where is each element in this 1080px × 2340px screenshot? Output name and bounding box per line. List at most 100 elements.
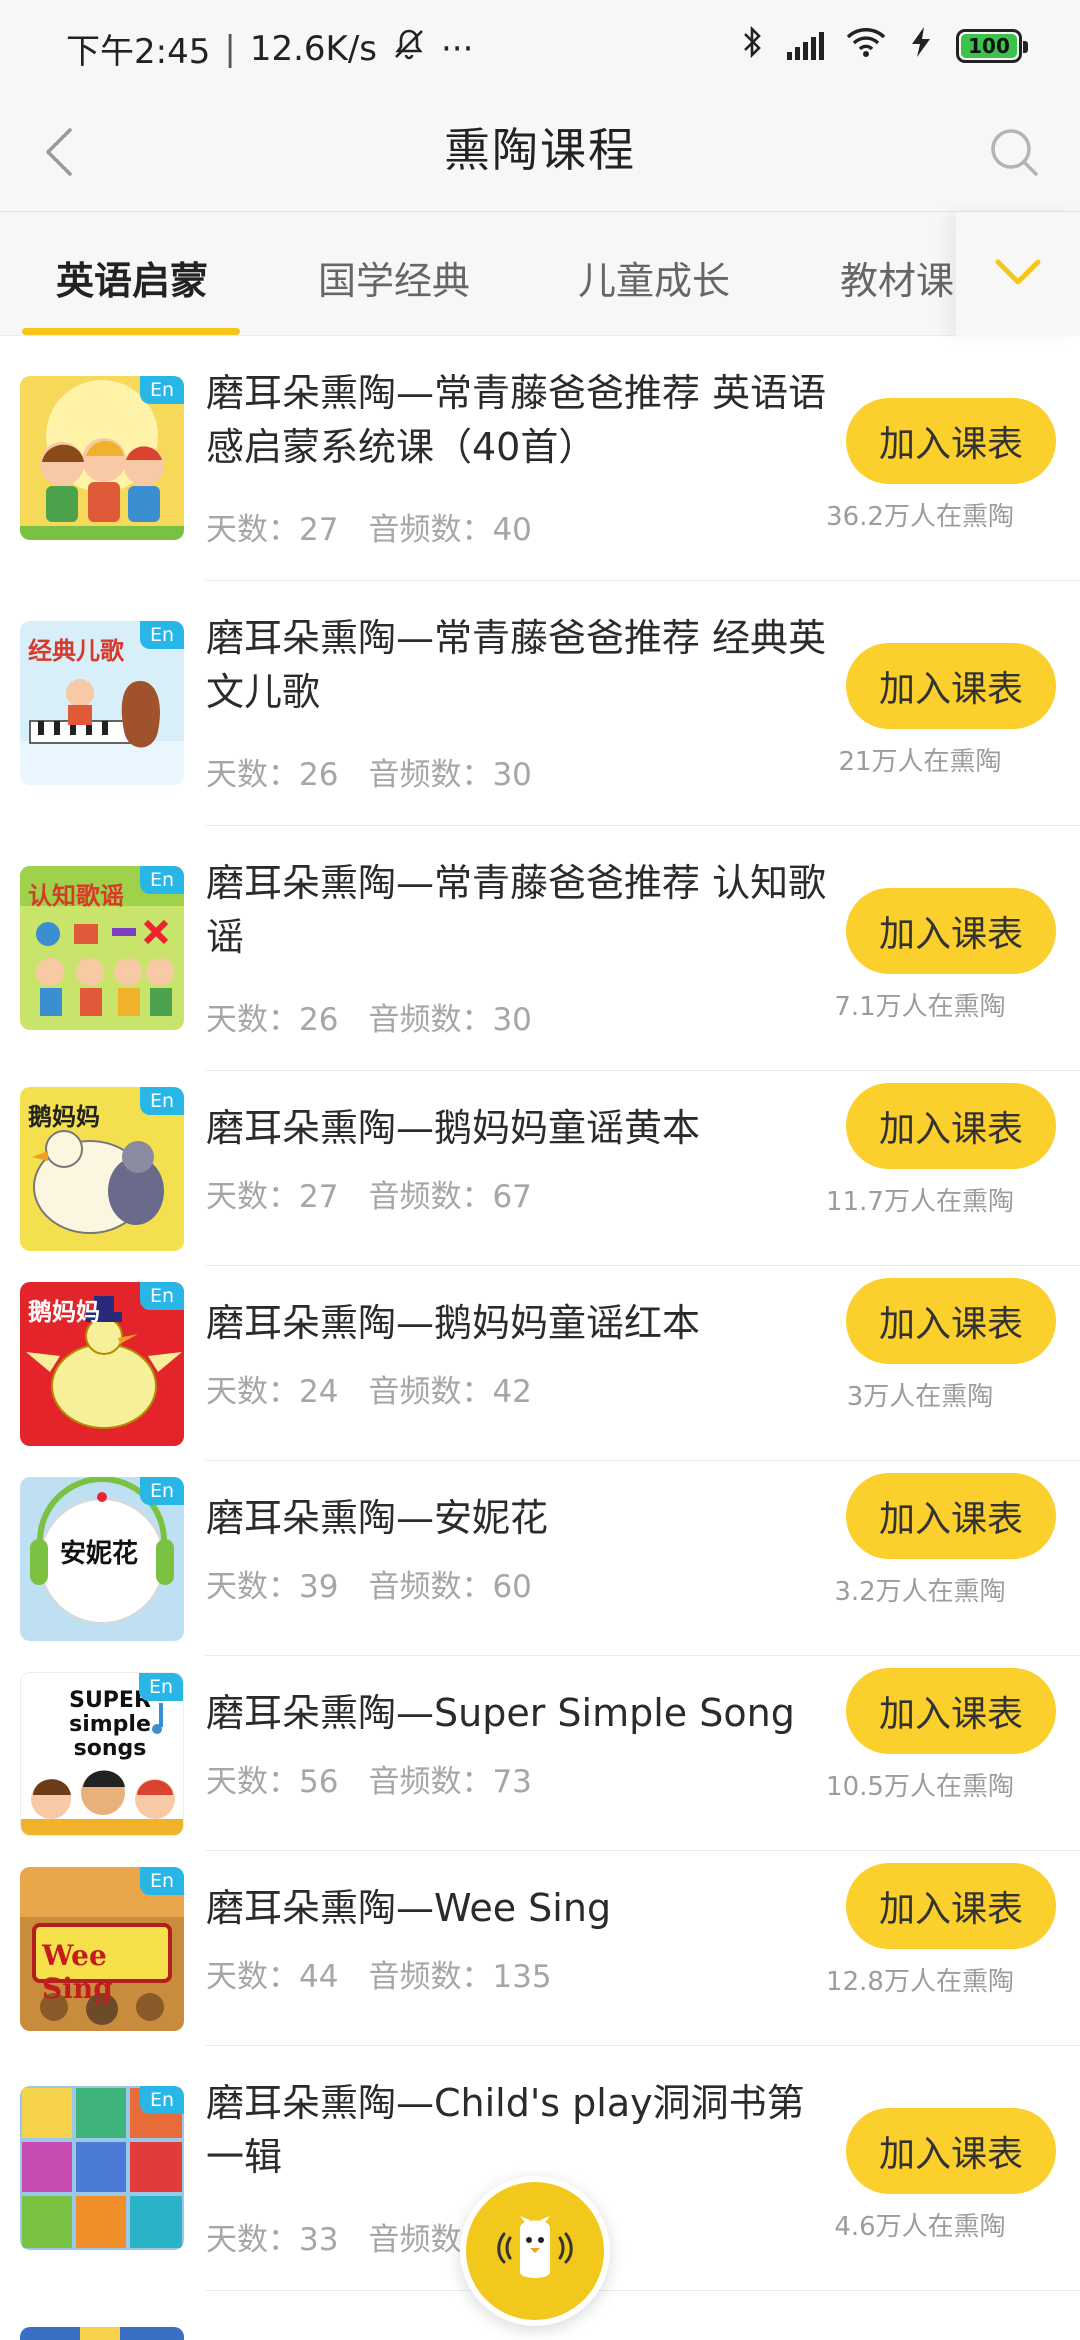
search-button[interactable] — [980, 118, 1050, 188]
course-title[interactable]: 磨耳朵熏陶—常青藤爸爸推荐 经典英文儿歌 — [206, 611, 831, 719]
course-days: 天数：27 — [206, 1179, 339, 1215]
cover-title: 鹅妈妈 — [28, 1298, 100, 1326]
course-meta: 天数：56 音频数：73 — [206, 1756, 532, 1801]
cover-title: Wee Sing — [42, 1939, 113, 2005]
status-left: 下午2:45 | 12.6K/s ··· — [66, 24, 473, 73]
course-days: 天数：26 — [206, 757, 339, 793]
status-more-icon: ··· — [441, 28, 474, 69]
learner-count: 10.5万人在熏陶 — [826, 1772, 1014, 1802]
learner-count: 36.2万人在熏陶 — [826, 502, 1014, 532]
list-item[interactable]: SUPER simple songs En 磨耳朵熏陶—Super Simple… — [0, 1656, 1080, 1851]
signal-icon — [787, 32, 824, 60]
tab-growth[interactable]: 儿童成长 — [578, 250, 730, 305]
add-to-schedule-button[interactable]: 加入课表 — [846, 888, 1056, 974]
list-item[interactable]: 鹅妈妈 En 磨耳朵熏陶—鹅妈妈童谣黄本 天数：27 音频数：67 加入课表 11… — [0, 1071, 1080, 1266]
page-title: 熏陶课程 — [444, 123, 636, 177]
battery-icon: 100 — [956, 29, 1028, 63]
course-audio-count: 音频数：30 — [368, 1002, 532, 1038]
english-badge: En — [140, 376, 184, 404]
search-icon — [980, 129, 1050, 192]
course-audio-count: 音频数：40 — [368, 512, 532, 548]
course-meta: 天数：27 音频数：67 — [206, 1171, 532, 1216]
course-title[interactable]: 磨耳朵熏陶—安妮花 — [206, 1491, 831, 1545]
charging-icon — [908, 25, 934, 67]
english-badge: En — [140, 2086, 184, 2114]
course-title[interactable]: 磨耳朵熏陶—鹅妈妈童谣黄本 — [206, 1101, 831, 1155]
list-item[interactable]: En 磨耳朵熏陶—常青藤爸爸推荐 英语语感启蒙系统课（40首） 天数：27 音频数… — [0, 336, 1080, 581]
add-to-schedule-button[interactable]: 加入课表 — [846, 1668, 1056, 1754]
learner-count: 4.6万人在熏陶 — [834, 2212, 1006, 2242]
course-meta: 天数：44 音频数：135 — [206, 1951, 552, 1996]
wifi-icon — [846, 26, 886, 66]
course-title[interactable]: 磨耳朵熏陶—Child's play洞洞书第一辑 — [206, 2076, 831, 2184]
mute-icon — [391, 26, 427, 71]
add-to-schedule-button[interactable]: 加入课表 — [846, 643, 1056, 729]
list-item[interactable]: 认知歌谣 En 磨耳朵熏陶—常青藤爸爸推荐 认知歌谣 天数：26 音频数：30 加… — [0, 826, 1080, 1071]
cover-title: 鹅妈妈 — [28, 1103, 100, 1131]
nav-bar: 熏陶课程 — [0, 92, 1080, 212]
course-cover: En — [20, 2086, 184, 2250]
learner-count: 7.1万人在熏陶 — [834, 992, 1006, 1022]
chevron-down-icon — [993, 257, 1043, 291]
player-inner — [466, 2182, 604, 2320]
tab-expand-button[interactable] — [956, 212, 1080, 336]
course-title[interactable]: 磨耳朵熏陶—常青藤爸爸推荐 英语语感启蒙系统课（40首） — [206, 366, 831, 474]
course-meta: 天数：24 音频数：42 — [206, 1366, 532, 1411]
course-audio-count: 音频数：30 — [368, 757, 532, 793]
english-badge: En — [140, 866, 184, 894]
course-cover: 经典儿歌 En — [20, 621, 184, 785]
course-days: 天数：26 — [206, 1002, 339, 1038]
course-cover: Wee Sing En — [20, 1867, 184, 2031]
mascot-listening-icon — [490, 2204, 580, 2298]
english-badge: En — [140, 1282, 184, 1310]
add-to-schedule-button[interactable]: 加入课表 — [846, 398, 1056, 484]
course-title[interactable]: 磨耳朵熏陶—常青藤爸爸推荐 认知歌谣 — [206, 856, 831, 964]
list-item[interactable]: 鹅妈妈 En 磨耳朵熏陶—鹅妈妈童谣红本 天数：24 音频数：42 加入课表 3万… — [0, 1266, 1080, 1461]
add-to-schedule-button[interactable]: 加入课表 — [846, 1863, 1056, 1949]
learner-count: 3万人在熏陶 — [846, 1382, 994, 1412]
course-cover: 鹅妈妈 En — [20, 1087, 184, 1251]
english-badge: En — [139, 1673, 183, 1701]
course-meta: 天数：26 音频数：30 — [206, 994, 532, 1039]
category-tabs: 英语启蒙 国学经典 儿童成长 教材课 — [0, 212, 1080, 336]
course-days: 天数：44 — [206, 1959, 339, 1995]
cover-title: 经典儿歌 — [28, 637, 124, 665]
course-days: 天数：27 — [206, 512, 339, 548]
learner-count: 11.7万人在熏陶 — [826, 1187, 1014, 1217]
course-audio-count: 音频数：60 — [368, 1569, 532, 1605]
course-title[interactable]: 磨耳朵熏陶—Wee Sing — [206, 1881, 831, 1935]
learner-count: 3.2万人在熏陶 — [834, 1577, 1006, 1607]
add-to-schedule-button[interactable]: 加入课表 — [846, 1278, 1056, 1364]
course-cover: 安妮花 En — [20, 1477, 184, 1641]
course-title[interactable]: 磨耳朵熏陶—鹅妈妈童谣红本 — [206, 1296, 831, 1350]
course-meta: 天数：26 音频数：30 — [206, 749, 532, 794]
add-to-schedule-button[interactable]: 加入课表 — [846, 2108, 1056, 2194]
status-time: 下午2:45 — [66, 32, 211, 72]
list-item[interactable]: 安妮花 En 磨耳朵熏陶—安妮花 天数：39 音频数：60 加入课表 3.2万人在… — [0, 1461, 1080, 1656]
english-badge: En — [140, 1477, 184, 1505]
course-audio-count: 音频数：67 — [368, 1179, 532, 1215]
course-days: 天数：56 — [206, 1764, 339, 1800]
status-net-speed: 12.6K/s — [249, 28, 377, 69]
battery-level: 100 — [961, 34, 1017, 58]
course-cover — [20, 2327, 184, 2340]
course-cover: 认知歌谣 En — [20, 866, 184, 1030]
floating-player-button[interactable] — [460, 2176, 610, 2326]
list-item[interactable]: 经典儿歌 En 磨耳朵熏陶—常青藤爸爸推荐 经典英文儿歌 天数：26 音频数：30… — [0, 581, 1080, 826]
tab-english[interactable]: 英语启蒙 — [56, 250, 208, 305]
add-to-schedule-button[interactable]: 加入课表 — [846, 1473, 1056, 1559]
english-badge: En — [140, 1087, 184, 1115]
learner-count: 21万人在熏陶 — [838, 747, 1002, 777]
english-badge: En — [140, 1867, 184, 1895]
add-to-schedule-button[interactable]: 加入课表 — [846, 1083, 1056, 1169]
tab-textbook[interactable]: 教材课 — [840, 250, 954, 305]
course-title[interactable]: 磨耳朵熏陶—Super Simple Song — [206, 1686, 831, 1740]
list-item[interactable]: Wee Sing En 磨耳朵熏陶—Wee Sing 天数：44 音频数：135 … — [0, 1851, 1080, 2046]
cover-art — [20, 2327, 184, 2340]
status-right: 100 — [741, 24, 1028, 68]
course-days: 天数：39 — [206, 1569, 339, 1605]
course-cover: 鹅妈妈 En — [20, 1282, 184, 1446]
english-badge: En — [140, 621, 184, 649]
tab-classics[interactable]: 国学经典 — [318, 250, 470, 305]
course-days: 天数：24 — [206, 1374, 339, 1410]
